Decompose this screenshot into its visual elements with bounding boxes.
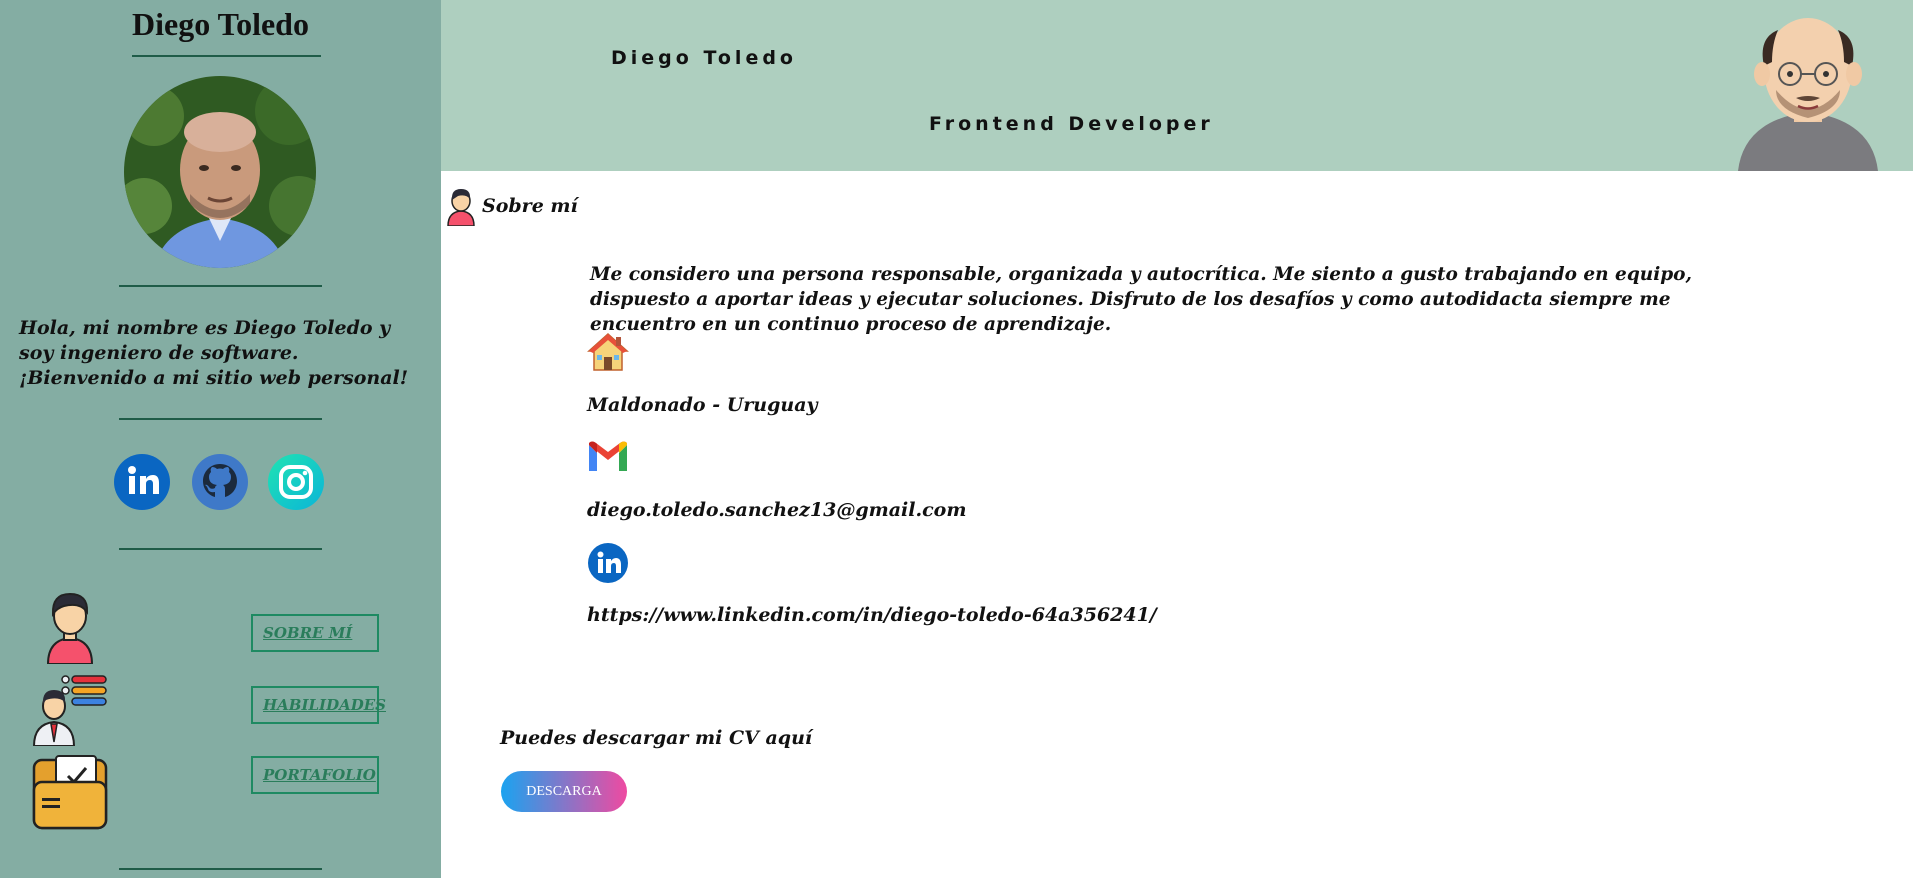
divider <box>119 285 322 287</box>
section-title: Sobre mí <box>446 186 578 226</box>
linkedin-url[interactable]: https://www.linkedin.com/in/diego-toledo… <box>587 604 1157 626</box>
location-text: Maldonado - Uruguay <box>587 394 818 416</box>
folder-icon <box>32 754 108 834</box>
email-text[interactable]: diego.toledo.sanchez13@gmail.com <box>587 499 966 521</box>
about-text: Me considero una persona responsable, or… <box>590 264 1692 335</box>
linkedin-icon[interactable] <box>587 542 629 588</box>
github-icon[interactable] <box>192 454 248 510</box>
divider <box>119 548 322 550</box>
cartoon-avatar-icon <box>1738 10 1878 171</box>
home-icon <box>587 331 629 377</box>
sidebar: Diego Toledo Hola, mi nombre es Diego To… <box>0 0 441 878</box>
person-icon <box>42 588 98 668</box>
header-banner: Diego Toledo Frontend Developer <box>441 0 1913 171</box>
divider <box>119 868 322 870</box>
profile-photo <box>124 76 316 268</box>
linkedin-icon[interactable] <box>114 454 170 510</box>
person-icon <box>447 189 475 226</box>
download-cv-button[interactable]: DESCARGA <box>501 771 627 812</box>
intro-text: Hola, mi nombre es Diego Toledo y soy in… <box>19 317 409 389</box>
gmail-icon[interactable] <box>587 441 629 477</box>
divider <box>132 55 321 57</box>
skills-icon <box>32 672 110 750</box>
nav-habilidades-button[interactable]: HABILIDADES <box>251 686 386 724</box>
instagram-icon[interactable] <box>268 454 324 510</box>
nav-portafolio-button[interactable]: PORTAFOLIO <box>251 756 379 794</box>
section-title-label: Sobre mí <box>482 195 578 217</box>
nav-sobre-mi-button[interactable]: SOBRE MÍ <box>251 614 379 652</box>
divider <box>119 418 322 420</box>
cv-label: Puedes descargar mi CV aquí <box>500 727 813 749</box>
header-name: Diego Toledo <box>611 47 797 69</box>
sidebar-name: Diego Toledo <box>132 6 309 42</box>
header-role: Frontend Developer <box>929 113 1214 135</box>
